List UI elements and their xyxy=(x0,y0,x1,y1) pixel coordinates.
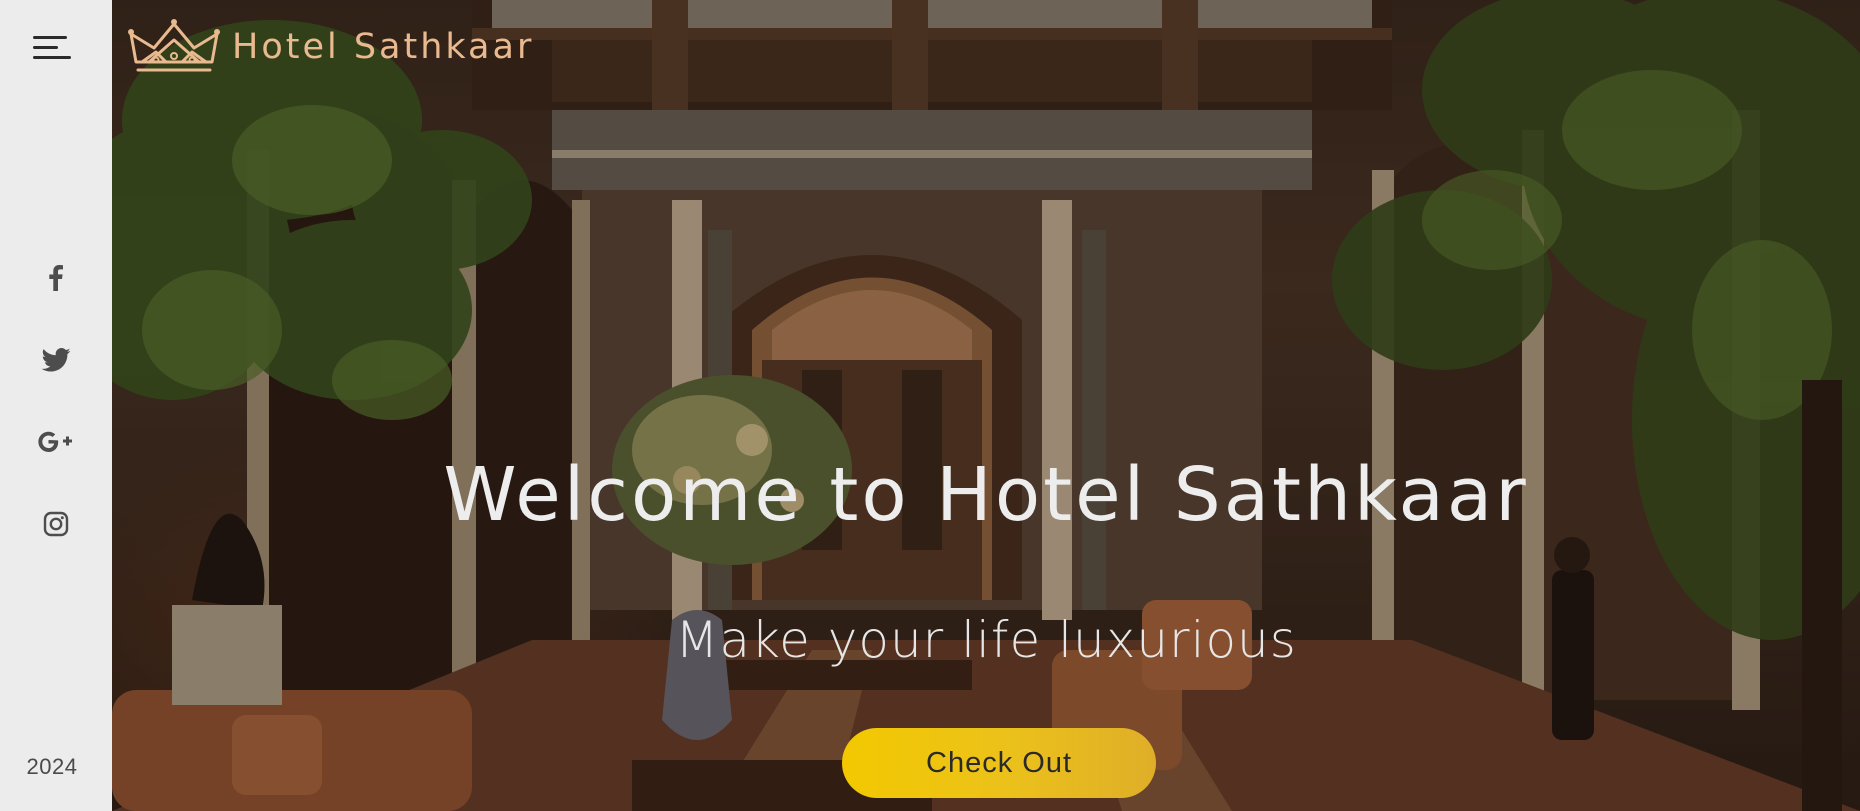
instagram-icon[interactable] xyxy=(0,504,112,544)
copyright-year: 2024 xyxy=(26,754,78,779)
facebook-icon[interactable] xyxy=(0,258,112,298)
hero-title: Welcome to Hotel Sathkaar xyxy=(443,452,1529,538)
twitter-icon[interactable] xyxy=(0,340,112,380)
menu-line xyxy=(33,56,71,59)
sidebar: 2024 xyxy=(0,0,112,811)
hero-subtitle: Make your life luxurious xyxy=(675,611,1297,669)
page: 2024 Hotel Sathkaar Welcome to Hotel Sat… xyxy=(0,0,1860,811)
hero-dark-overlay xyxy=(112,0,1860,811)
crown-icon xyxy=(128,19,220,72)
hero-section xyxy=(112,0,1860,811)
google-plus-icon[interactable] xyxy=(0,422,112,462)
brand-name: Hotel Sathkaar xyxy=(232,26,535,67)
brand-logo[interactable]: Hotel Sathkaar xyxy=(128,18,534,76)
menu-line xyxy=(33,46,58,49)
menu-line xyxy=(33,36,67,39)
hamburger-menu-icon[interactable] xyxy=(28,32,76,68)
check-out-button[interactable]: Check Out xyxy=(842,728,1156,798)
